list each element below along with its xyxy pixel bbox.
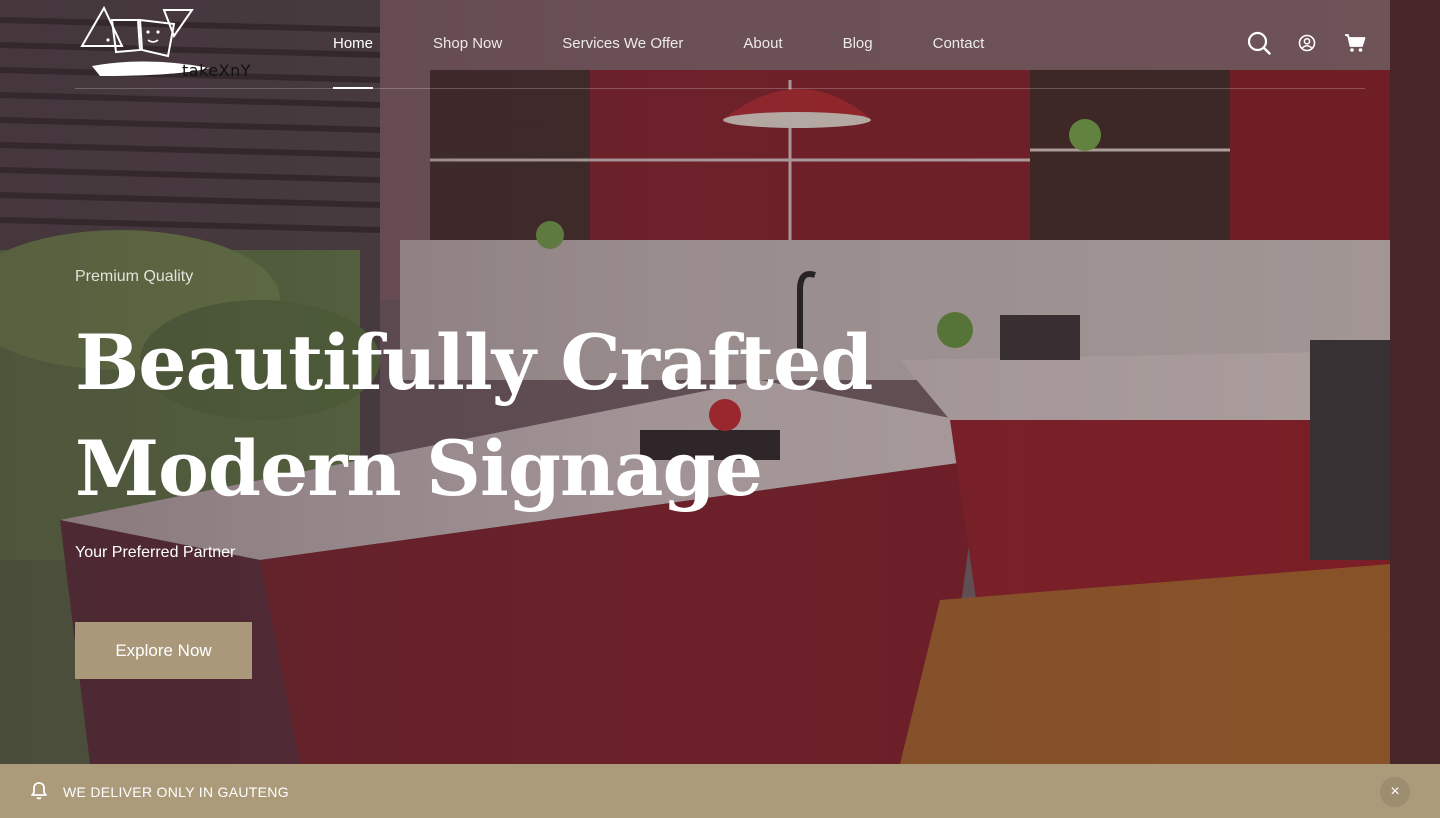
announcement-message: WE DELIVER ONLY IN GAUTENG <box>63 784 289 800</box>
logo-text: takeXnY <box>182 61 251 80</box>
hero-subtitle: Your Preferred Partner <box>75 544 236 561</box>
nav-item-blog[interactable]: Blog <box>843 34 873 54</box>
hero-headline: Beautifully Crafted Modern Signage <box>75 310 873 522</box>
header-actions <box>1246 30 1366 61</box>
nav-item-contact[interactable]: Contact <box>933 34 985 54</box>
account-icon[interactable] <box>1298 34 1316 57</box>
nav-item-shop-now[interactable]: Shop Now <box>433 34 502 54</box>
search-icon[interactable] <box>1246 30 1272 61</box>
header-divider <box>75 88 1365 89</box>
brand-logo[interactable]: takeXnY <box>78 5 251 80</box>
cart-icon[interactable] <box>1344 33 1366 58</box>
hero-headline-line-1: Beautifully Crafted <box>75 318 873 407</box>
hero-headline-line-2: Modern Signage <box>75 424 763 513</box>
nav-item-about[interactable]: About <box>743 34 782 54</box>
bell-icon <box>30 781 48 806</box>
main-nav: Home Shop Now Services We Offer About Bl… <box>333 34 985 89</box>
nav-item-home[interactable]: Home <box>333 34 374 89</box>
site-header: takeXnY Home Shop Now Services We Offer … <box>0 0 1440 89</box>
explore-now-button[interactable]: Explore Now <box>75 622 252 679</box>
close-announcement-button[interactable]: × <box>1380 777 1410 807</box>
announcement-bar: WE DELIVER ONLY IN GAUTENG × <box>0 764 1440 818</box>
nav-item-services[interactable]: Services We Offer <box>562 34 683 54</box>
hero-eyebrow: Premium Quality <box>75 268 194 285</box>
